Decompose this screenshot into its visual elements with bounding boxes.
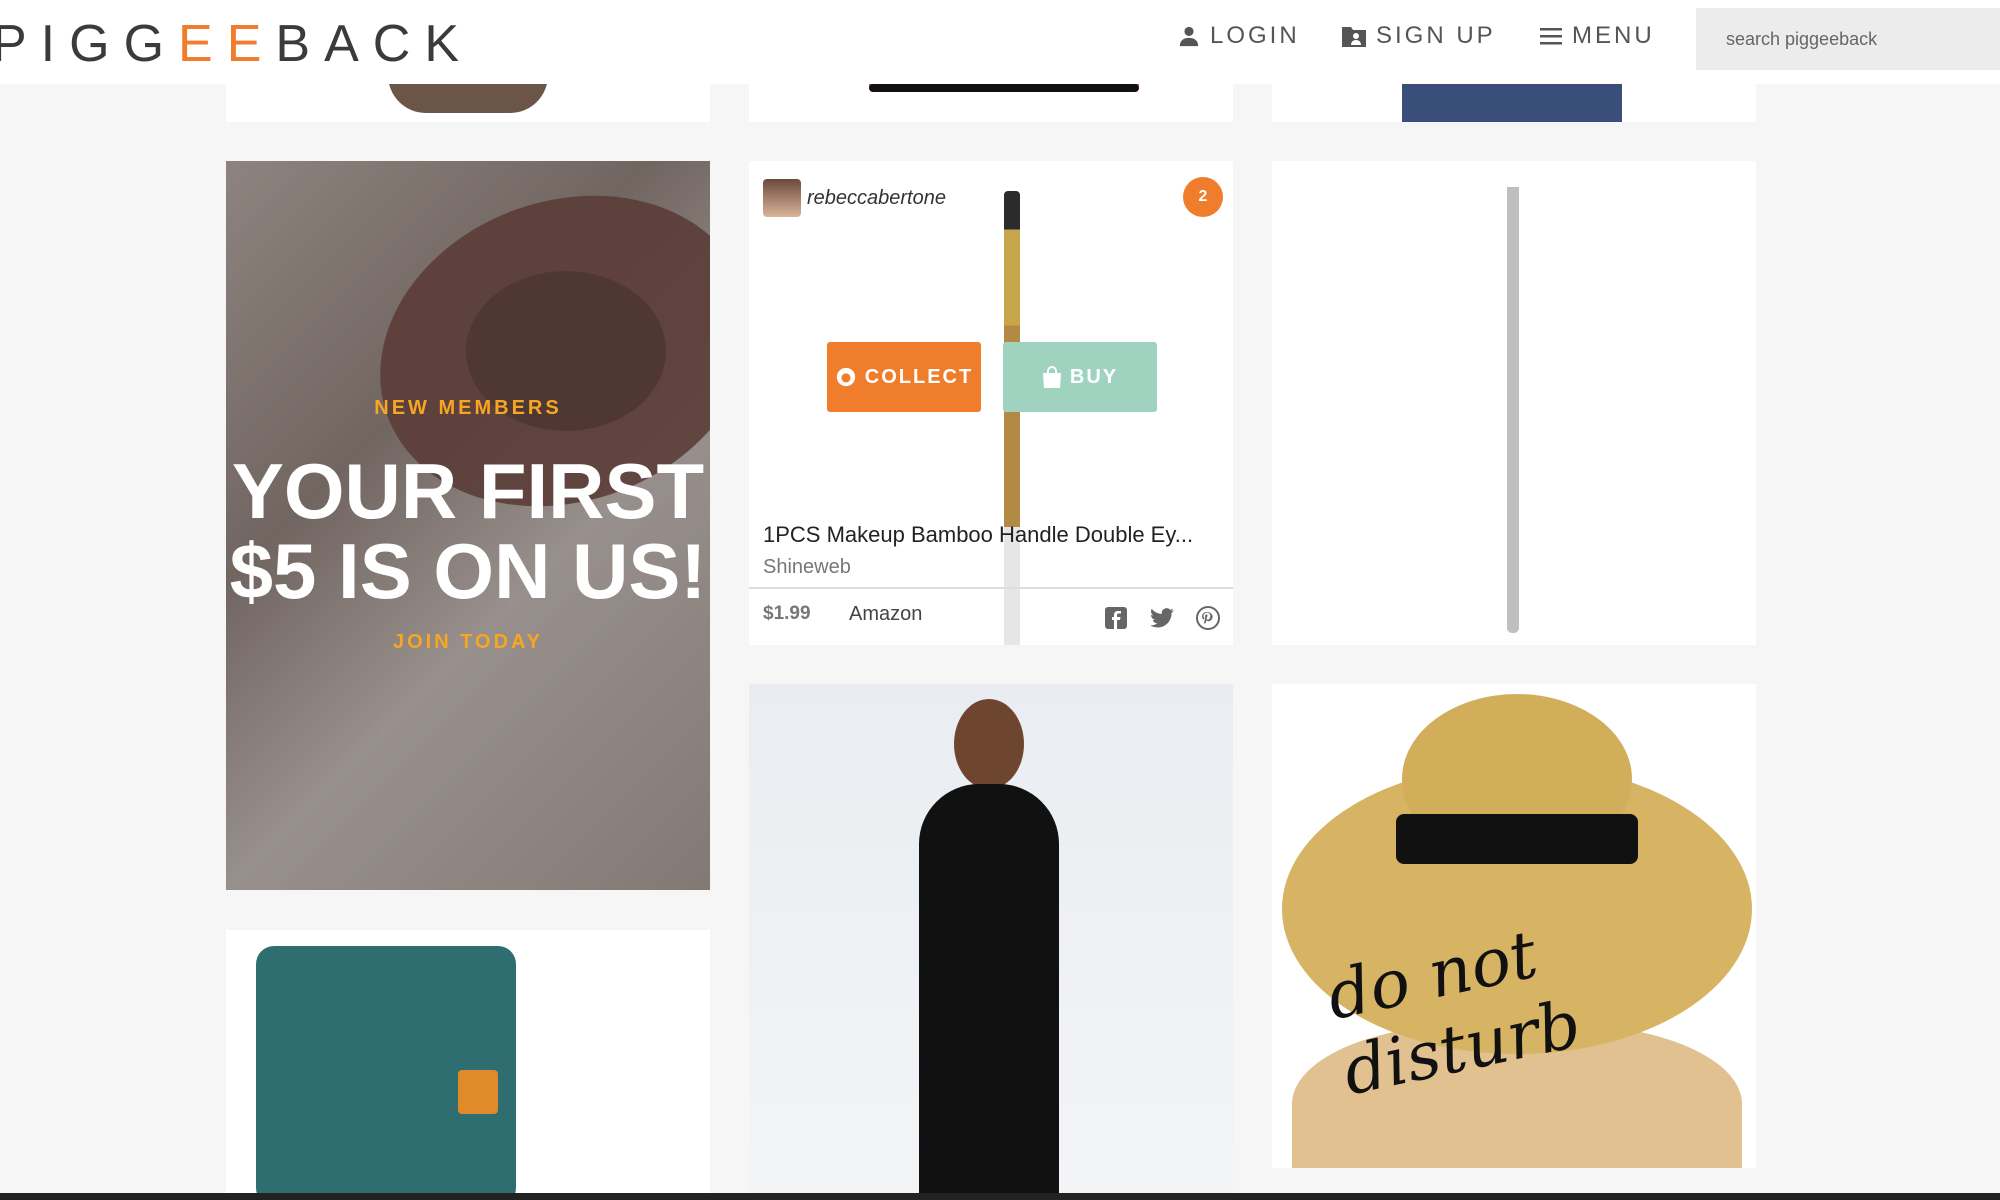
collect-button[interactable]: COLLECT [827,342,981,412]
product-card-travel-case[interactable] [226,930,710,1200]
promo-headline-line2: $5 IS ON US! [229,527,707,615]
menu-label: MENU [1572,22,1655,49]
promo-headline: YOUR FIRST $5 IS ON US! [226,451,710,611]
site-logo[interactable]: PIGGEEBACK [0,14,473,74]
product-image [1402,80,1622,122]
promo-banner[interactable]: NEW MEMBERS YOUR FIRST $5 IS ON US! JOIN… [226,161,710,890]
product-image [869,84,1139,92]
search-input[interactable] [1696,8,2000,70]
product-card-silver-brush[interactable] [1272,161,1756,645]
signup-icon [1342,27,1366,47]
product-title[interactable]: 1PCS Makeup Bamboo Handle Double Ey... [763,522,1193,548]
promo-headline-line1: YOUR FIRST [231,447,705,535]
buy-button[interactable]: BUY [1003,342,1157,412]
divider [749,587,1233,589]
login-link[interactable]: LOGIN [1178,22,1300,50]
piggy-icon [836,367,855,387]
collect-count: 2 [1198,188,1208,205]
product-price: $1.99 [763,603,811,624]
user-icon [1179,26,1199,47]
product-user[interactable]: rebeccabertone [763,179,946,217]
product-brand: Shineweb [763,556,851,578]
product-store[interactable]: Amazon [849,603,922,626]
avatar [763,179,801,217]
product-image [1004,191,1020,645]
pinterest-icon[interactable] [1195,605,1221,631]
bag-icon [1042,366,1061,388]
product-card-dress[interactable] [749,684,1233,1200]
logo-part2: BACK [275,15,474,73]
product-image [919,784,1059,1200]
collect-count-badge: 2 [1183,177,1223,217]
collect-label: COLLECT [864,365,974,388]
model-head [954,699,1024,789]
signup-link[interactable]: SIGN UP [1342,22,1496,50]
product-image [1507,173,1519,633]
facebook-icon[interactable] [1103,605,1129,631]
promo-cta[interactable]: JOIN TODAY [226,631,710,654]
promo-kicker: NEW MEMBERS [374,397,562,419]
menu-icon [1540,28,1562,45]
product-card-brush[interactable]: rebeccabertone 2 COLLECT BUY 1PCS Makeup… [749,161,1233,645]
logo-accent: EE [178,15,276,73]
login-label: LOGIN [1210,22,1300,49]
hat-band [1396,814,1638,864]
buy-label: BUY [1069,365,1119,388]
menu-button[interactable]: MENU [1540,22,1655,50]
bottom-edge [0,1193,2000,1200]
site-header: PIGGEEBACK LOGIN SIGN UP MENU [0,0,2000,84]
twitter-icon[interactable] [1149,605,1175,631]
signup-label: SIGN UP [1376,22,1496,49]
product-tag-image [458,1070,498,1114]
logo-part1: PIGG [0,15,179,73]
username: rebeccabertone [807,186,946,209]
product-card-straw-hat[interactable]: do not disturb [1272,684,1756,1168]
